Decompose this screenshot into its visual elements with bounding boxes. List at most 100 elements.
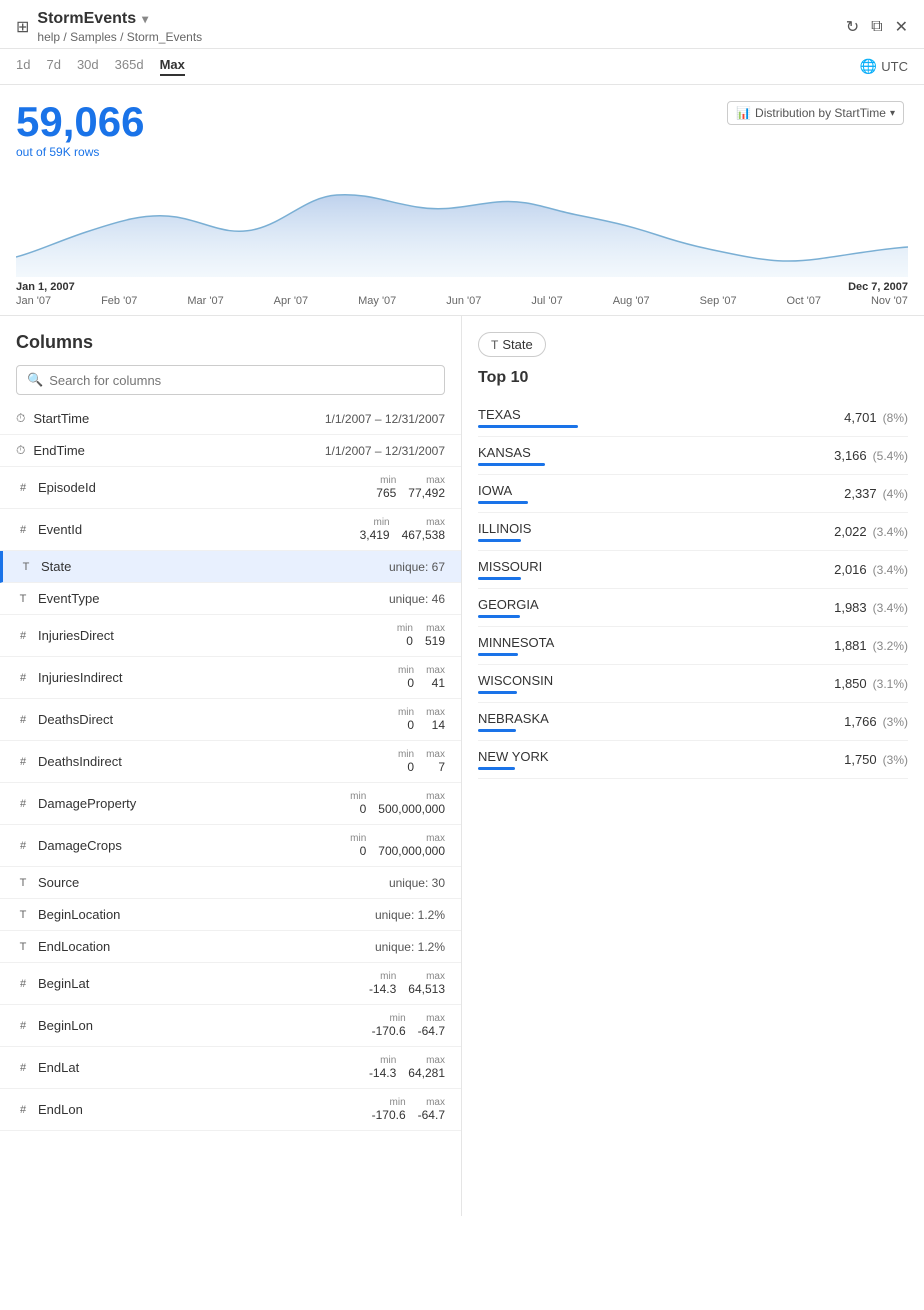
col-type-icon: #	[16, 1062, 30, 1074]
title-text: StormEvents	[37, 10, 136, 28]
top10-bar-container	[478, 767, 832, 770]
col-stats: min-170.6 max-64.7	[372, 1097, 445, 1122]
top10-row: NEW YORK 1,750 (3%)	[478, 741, 908, 779]
col-type-icon: T	[19, 561, 33, 573]
row-subtitle: out of 59K rows	[16, 145, 908, 159]
column-row[interactable]: # EndLat min-14.3 max64,281	[0, 1047, 461, 1089]
columns-list: ⏱ StartTime 1/1/2007 – 12/31/2007 ⏱ EndT…	[0, 403, 461, 1131]
column-row[interactable]: # DeathsIndirect min0 max7	[0, 741, 461, 783]
col-type-icon: #	[16, 1020, 30, 1032]
tab-365d[interactable]: 365d	[115, 57, 144, 76]
column-row[interactable]: T EndLocation unique: 1.2%	[0, 931, 461, 963]
col-stats: min-14.3 max64,513	[369, 971, 445, 996]
column-row[interactable]: # BeginLat min-14.3 max64,513	[0, 963, 461, 1005]
column-row[interactable]: # BeginLon min-170.6 max-64.7	[0, 1005, 461, 1047]
column-row[interactable]: # EndLon min-170.6 max-64.7	[0, 1089, 461, 1131]
top10-pct: (3.1%)	[873, 677, 908, 691]
column-left: # EndLat	[16, 1060, 79, 1075]
month-mar: Mar '07	[187, 295, 223, 307]
column-left: # DamageProperty	[16, 796, 136, 811]
chart-month-labels: Jan '07 Feb '07 Mar '07 Apr '07 May '07 …	[16, 295, 908, 315]
col-name: InjuriesIndirect	[38, 670, 123, 685]
col-type-icon: #	[16, 672, 30, 684]
tab-30d[interactable]: 30d	[77, 57, 99, 76]
month-feb: Feb '07	[101, 295, 137, 307]
breadcrumb: help / Samples / Storm_Events	[37, 30, 202, 44]
top10-pct: (3.4%)	[873, 601, 908, 615]
split-icon[interactable]: ⧉	[871, 18, 882, 36]
top10-left: MISSOURI	[478, 559, 822, 580]
chart-area: 59,066 out of 59K rows 📊 Distribution by…	[0, 85, 924, 316]
top10-left: NEBRASKA	[478, 711, 832, 732]
column-row[interactable]: # EpisodeId min765 max77,492	[0, 467, 461, 509]
col-type-icon: #	[16, 524, 30, 536]
text-type-icon: T	[491, 338, 498, 352]
top10-bar	[478, 691, 517, 694]
header-actions: ↻ ⧉ ✕	[846, 17, 908, 37]
col-name: DamageProperty	[38, 796, 136, 811]
top10-row: IOWA 2,337 (4%)	[478, 475, 908, 513]
col-name: DeathsIndirect	[38, 754, 122, 769]
col-name: EndLocation	[38, 939, 110, 954]
col-name: DeathsDirect	[38, 712, 113, 727]
top10-value: 1,766	[844, 714, 877, 729]
tab-1d[interactable]: 1d	[16, 57, 30, 76]
column-row[interactable]: # DamageCrops min0 max700,000,000	[0, 825, 461, 867]
col-type-icon: #	[16, 630, 30, 642]
top10-stats: 1,983 (3.4%)	[822, 600, 908, 615]
col-name: InjuriesDirect	[38, 628, 114, 643]
col-stats: min-170.6 max-64.7	[372, 1013, 445, 1038]
tab-7d[interactable]: 7d	[46, 57, 60, 76]
col-name: BeginLocation	[38, 907, 120, 922]
column-row[interactable]: T EventType unique: 46	[0, 583, 461, 615]
top10-pct: (4%)	[883, 487, 908, 501]
top10-row: KANSAS 3,166 (5.4%)	[478, 437, 908, 475]
top10-name: MISSOURI	[478, 559, 822, 574]
globe-icon: 🌐	[860, 58, 877, 75]
tab-max[interactable]: Max	[160, 57, 185, 76]
chart-svg	[16, 167, 908, 277]
top10-left: TEXAS	[478, 407, 832, 428]
col-type-icon: #	[16, 482, 30, 494]
column-row[interactable]: T Source unique: 30	[0, 867, 461, 899]
top10-bar	[478, 615, 520, 618]
column-row[interactable]: T State unique: 67	[0, 551, 461, 583]
column-row[interactable]: ⏱ EndTime 1/1/2007 – 12/31/2007	[0, 435, 461, 467]
chevron-icon[interactable]: ▾	[142, 12, 148, 26]
column-row[interactable]: # DeathsDirect min0 max14	[0, 699, 461, 741]
column-left: T EventType	[16, 591, 99, 606]
column-row[interactable]: # InjuriesIndirect min0 max41	[0, 657, 461, 699]
top10-stats: 1,881 (3.2%)	[822, 638, 908, 653]
app-title[interactable]: StormEvents ▾	[37, 10, 202, 28]
column-left: T Source	[16, 875, 79, 890]
selected-column-badge[interactable]: T State	[478, 332, 546, 357]
clock-icon: ⏱	[16, 443, 25, 458]
col-name: EventType	[38, 591, 99, 606]
month-may: May '07	[358, 295, 396, 307]
col-name: EndLat	[38, 1060, 79, 1075]
top10-row: GEORGIA 1,983 (3.4%)	[478, 589, 908, 627]
time-tabs: 1d 7d 30d 365d Max	[16, 57, 185, 76]
column-row[interactable]: # EventId min3,419 max467,538	[0, 509, 461, 551]
col-stats: min765 max77,492	[376, 475, 445, 500]
top10-value: 1,983	[834, 600, 867, 615]
distribution-button[interactable]: 📊 Distribution by StartTime ▾	[727, 101, 904, 125]
col-stats: unique: 46	[389, 592, 445, 606]
column-row[interactable]: # DamageProperty min0 max500,000,000	[0, 783, 461, 825]
column-row[interactable]: T BeginLocation unique: 1.2%	[0, 899, 461, 931]
search-input[interactable]	[49, 373, 434, 388]
close-icon[interactable]: ✕	[895, 17, 908, 37]
col-stats: unique: 1.2%	[375, 908, 445, 922]
column-left: T State	[19, 559, 71, 574]
refresh-icon[interactable]: ↻	[846, 17, 859, 37]
timezone-selector[interactable]: 🌐 UTC	[860, 58, 908, 75]
column-row[interactable]: ⏱ StartTime 1/1/2007 – 12/31/2007	[0, 403, 461, 435]
search-box[interactable]: 🔍	[16, 365, 445, 395]
clock-icon: ⏱	[16, 411, 25, 426]
top10-left: NEW YORK	[478, 749, 832, 770]
top10-bar-container	[478, 615, 822, 618]
col-name: EndLon	[38, 1102, 83, 1117]
column-left: # BeginLat	[16, 976, 89, 991]
month-jan: Jan '07	[16, 295, 51, 307]
column-row[interactable]: # InjuriesDirect min0 max519	[0, 615, 461, 657]
